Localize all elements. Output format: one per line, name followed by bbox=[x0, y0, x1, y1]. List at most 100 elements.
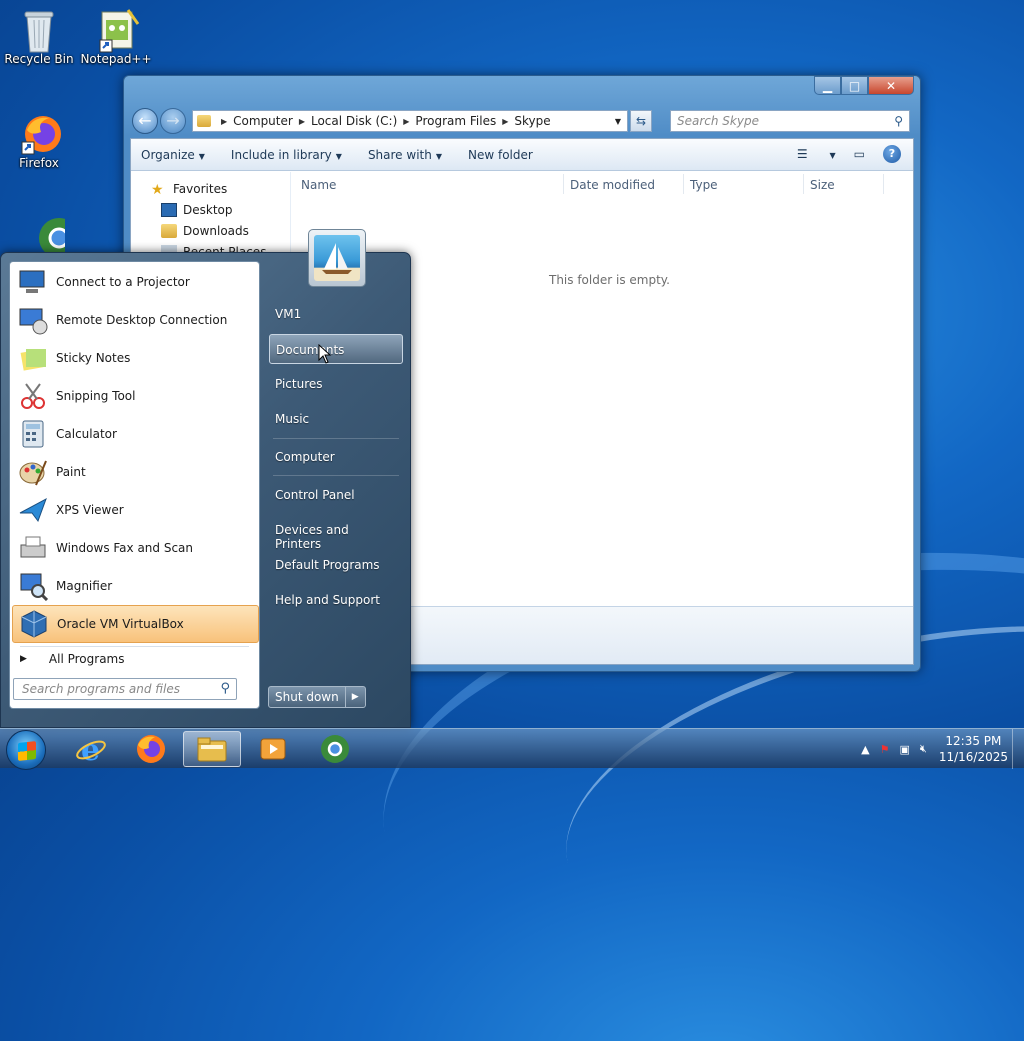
breadcrumb-computer[interactable]: Computer bbox=[233, 114, 293, 128]
shutdown-button-group: Shut down ▶ bbox=[268, 686, 366, 708]
windows-logo-icon bbox=[18, 741, 36, 761]
share-with-menu[interactable]: Share with ▼ bbox=[368, 148, 442, 162]
search-icon[interactable]: ⚲ bbox=[894, 114, 903, 128]
close-button[interactable]: ✕ bbox=[868, 76, 914, 95]
column-divider[interactable] bbox=[883, 174, 884, 194]
column-header-name[interactable]: Name bbox=[301, 178, 336, 192]
taskbar-firefox[interactable] bbox=[122, 731, 180, 767]
folder-icon bbox=[197, 737, 227, 762]
program-remote-desktop-connection[interactable]: Remote Desktop Connection bbox=[12, 301, 259, 339]
start-menu-programs-panel: Connect to a Projector Remote Desktop Co… bbox=[9, 261, 260, 709]
column-header-date-modified[interactable]: Date modified bbox=[570, 178, 655, 192]
column-divider[interactable] bbox=[563, 174, 564, 194]
chevron-down-icon: ▼ bbox=[198, 151, 205, 161]
start-item-default-programs[interactable]: Default Programs bbox=[269, 550, 403, 580]
chevron-down-icon: ▼ bbox=[435, 151, 442, 161]
recycle-bin-icon bbox=[19, 8, 59, 53]
program-snipping-tool[interactable]: Snipping Tool bbox=[12, 377, 259, 415]
column-header-size[interactable]: Size bbox=[810, 178, 835, 192]
preview-pane-icon[interactable]: ▭ bbox=[854, 147, 865, 161]
start-item-user[interactable]: VM1 bbox=[269, 299, 403, 329]
forward-button[interactable]: → bbox=[160, 108, 186, 134]
breadcrumb-program-files[interactable]: Program Files bbox=[415, 114, 496, 128]
sailboat-picture bbox=[314, 235, 360, 281]
new-folder-button[interactable]: New folder bbox=[468, 148, 533, 162]
taskbar-windows-explorer[interactable] bbox=[183, 731, 241, 767]
network-icon[interactable]: ▣ bbox=[899, 743, 909, 756]
media-player-icon bbox=[260, 738, 286, 760]
address-dropdown-icon[interactable]: ▼ bbox=[615, 117, 621, 126]
user-account-picture[interactable] bbox=[308, 229, 366, 287]
breadcrumb-separator[interactable]: ▶ bbox=[403, 117, 409, 126]
help-icon[interactable]: ? bbox=[883, 145, 901, 163]
column-header-type[interactable]: Type bbox=[690, 178, 718, 192]
magnifier-icon bbox=[18, 571, 49, 602]
address-bar[interactable]: ▶ Computer ▶ Local Disk (C:) ▶ Program F… bbox=[192, 110, 628, 132]
program-xps-viewer[interactable]: XPS Viewer bbox=[12, 491, 259, 529]
downloads-folder-icon bbox=[161, 224, 177, 238]
empty-folder-message: This folder is empty. bbox=[549, 273, 670, 287]
window-controls: ▁ □ ✕ bbox=[814, 76, 914, 95]
svg-text:e: e bbox=[81, 733, 100, 765]
program-magnifier[interactable]: Magnifier bbox=[12, 567, 259, 605]
start-item-control-panel[interactable]: Control Panel bbox=[269, 480, 403, 510]
taskbar-internet-explorer[interactable]: e bbox=[62, 731, 120, 767]
desktop-icon-label: Notepad++ bbox=[80, 52, 152, 66]
start-item-computer[interactable]: Computer bbox=[269, 442, 403, 472]
back-button[interactable]: ← bbox=[132, 108, 158, 134]
organize-menu[interactable]: Organize ▼ bbox=[141, 148, 205, 162]
internet-explorer-icon: e bbox=[76, 733, 106, 765]
chrome-like-icon bbox=[321, 735, 349, 763]
nav-downloads[interactable]: Downloads bbox=[161, 224, 249, 238]
minimize-button[interactable]: ▁ bbox=[814, 76, 841, 95]
include-in-library-menu[interactable]: Include in library ▼ bbox=[231, 148, 342, 162]
program-paint[interactable]: Paint bbox=[12, 453, 259, 491]
action-center-flag-icon[interactable]: ⚑ bbox=[880, 743, 890, 756]
start-search-input[interactable]: Search programs and files ⚲ bbox=[13, 678, 237, 700]
maximize-button[interactable]: □ bbox=[841, 76, 868, 95]
program-oracle-vm-virtualbox[interactable]: Oracle VM VirtualBox bbox=[12, 605, 259, 643]
nav-desktop[interactable]: Desktop bbox=[161, 203, 233, 217]
breadcrumb-separator: ▶ bbox=[221, 116, 228, 126]
program-windows-fax-and-scan[interactable]: Windows Fax and Scan bbox=[12, 529, 259, 567]
program-connect-to-projector[interactable]: Connect to a Projector bbox=[12, 263, 259, 301]
taskbar-chrome-like-app[interactable] bbox=[306, 731, 364, 767]
view-controls: ☰ ▼ ▭ ? bbox=[779, 145, 901, 163]
desktop-icon-notepad-plus-plus[interactable]: Notepad++ bbox=[78, 8, 154, 66]
breadcrumb-local-disk[interactable]: Local Disk (C:) bbox=[311, 114, 397, 128]
star-icon: ★ bbox=[151, 182, 164, 198]
program-calculator[interactable]: Calculator bbox=[12, 415, 259, 453]
shutdown-options-button[interactable]: ▶ bbox=[346, 687, 365, 707]
nav-favorites[interactable]: ★ Favorites bbox=[151, 182, 227, 198]
desktop-icon-firefox[interactable]: Firefox bbox=[1, 112, 77, 170]
refresh-button[interactable]: ⇆ bbox=[630, 110, 652, 132]
start-item-devices-and-printers[interactable]: Devices and Printers bbox=[269, 515, 403, 551]
breadcrumb-skype[interactable]: Skype bbox=[514, 114, 550, 128]
clock[interactable]: 12:35 PM 11/16/2025 bbox=[939, 733, 1008, 765]
taskbar-media-player[interactable] bbox=[244, 731, 302, 767]
start-item-help-and-support[interactable]: Help and Support bbox=[269, 585, 403, 615]
search-input[interactable]: Search Skype ⚲ bbox=[670, 110, 910, 132]
start-right-divider bbox=[273, 438, 399, 439]
start-item-music[interactable]: Music bbox=[269, 404, 403, 434]
start-button[interactable] bbox=[6, 730, 46, 770]
start-item-documents[interactable]: Documents bbox=[269, 334, 403, 364]
start-item-pictures[interactable]: Pictures bbox=[269, 369, 403, 399]
volume-muted-icon[interactable]: 🔇︎ bbox=[920, 742, 927, 756]
show-desktop-button[interactable] bbox=[1012, 729, 1024, 769]
desktop-icon-recycle-bin[interactable]: Recycle Bin bbox=[1, 8, 77, 66]
breadcrumb-separator[interactable]: ▶ bbox=[502, 117, 508, 126]
column-divider[interactable] bbox=[683, 174, 684, 194]
program-sticky-notes[interactable]: Sticky Notes bbox=[12, 339, 259, 377]
all-programs-button[interactable]: ▶ All Programs bbox=[20, 652, 125, 666]
change-view-icon[interactable]: ☰ ▼ bbox=[797, 147, 836, 161]
shutdown-button[interactable]: Shut down bbox=[269, 687, 346, 707]
breadcrumb-separator[interactable]: ▶ bbox=[299, 117, 305, 126]
column-divider[interactable] bbox=[803, 174, 804, 194]
folder-icon bbox=[197, 115, 211, 127]
column-headers: Name Date modified Type Size bbox=[291, 172, 913, 198]
show-hidden-icons-button[interactable]: ▲ bbox=[861, 743, 869, 756]
search-icon[interactable]: ⚲ bbox=[220, 681, 230, 696]
desktop-icon-label: Firefox bbox=[19, 156, 59, 170]
virtualbox-icon bbox=[19, 609, 49, 639]
